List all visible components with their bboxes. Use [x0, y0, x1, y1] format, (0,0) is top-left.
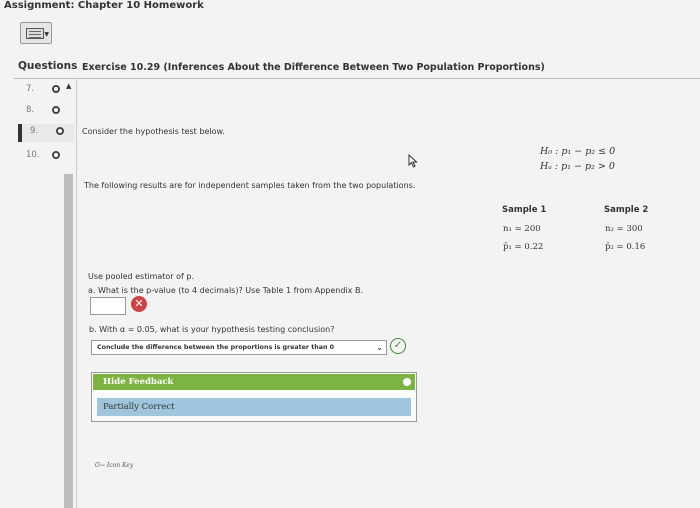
question-number: 8.: [26, 105, 35, 115]
sample-2-n: n₂ = 300: [605, 224, 643, 234]
status-circle-icon: [56, 127, 64, 135]
sidebar-item-7[interactable]: 7.: [18, 82, 74, 100]
sample-1-p: p̄₁ = 0.22: [503, 242, 544, 252]
feedback-status: Partially Correct: [97, 398, 411, 416]
part-a-question: a. What is the p-value (to 4 decimals)? …: [88, 286, 363, 295]
hide-feedback-button[interactable]: Hide Feedback: [93, 374, 415, 390]
question-number: 9.: [30, 126, 39, 136]
keyboard-icon: [26, 28, 44, 39]
feedback-indicator-icon: [403, 378, 411, 386]
conclusion-selected-value: Conclude the difference between the prop…: [97, 344, 335, 351]
sample-2-header: Sample 2: [604, 205, 649, 215]
results-description: The following results are for independen…: [84, 181, 416, 190]
key-icon: O→: [95, 462, 107, 469]
status-circle-icon: [52, 151, 60, 159]
null-hypothesis: H₀ : p₁ − p₂ ≤ 0: [540, 146, 616, 157]
status-circle-icon: [52, 106, 60, 114]
assignment-title: Assignment: Chapter 10 Homework: [4, 0, 204, 11]
mouse-cursor-icon: [408, 154, 418, 168]
sample-1-n: n₁ = 200: [503, 224, 541, 234]
incorrect-icon: ✕: [131, 296, 147, 312]
exercise-title: Exercise 10.29 (Inferences About the Dif…: [82, 62, 545, 73]
part-b-question: b. With α = 0.05, what is your hypothesi…: [89, 325, 335, 334]
status-circle-icon: [52, 85, 60, 93]
sidebar-divider: [76, 78, 77, 508]
p-value-input[interactable]: [90, 297, 126, 315]
keyboard-button[interactable]: ▼: [20, 22, 52, 44]
icon-key-link[interactable]: O→ Icon Key: [95, 462, 133, 469]
pooled-estimator-instruction: Use pooled estimator of p.: [88, 272, 195, 281]
question-prompt: Consider the hypothesis test below.: [82, 127, 225, 136]
chevron-down-icon: ⌄: [376, 343, 383, 352]
question-number: 7.: [26, 84, 35, 94]
correct-check-icon: ✓: [390, 338, 406, 354]
chevron-down-icon: ▼: [44, 31, 49, 38]
icon-key-label: Icon Key: [106, 462, 134, 469]
sample-1-header: Sample 1: [502, 205, 547, 215]
sidebar-item-9[interactable]: 9.: [18, 124, 74, 142]
sidebar-item-10[interactable]: 10.: [18, 148, 74, 166]
sidebar-item-8[interactable]: 8.: [18, 103, 74, 121]
header-divider: [14, 78, 700, 79]
questions-header: Questions: [18, 60, 78, 72]
scrollbar[interactable]: [64, 174, 73, 508]
sample-2-p: p̄₂ = 0.16: [605, 242, 646, 252]
conclusion-select[interactable]: Conclude the difference between the prop…: [91, 340, 387, 355]
alternative-hypothesis: Hₐ : p₁ − p₂ > 0: [540, 161, 615, 172]
question-number: 10.: [26, 150, 40, 160]
